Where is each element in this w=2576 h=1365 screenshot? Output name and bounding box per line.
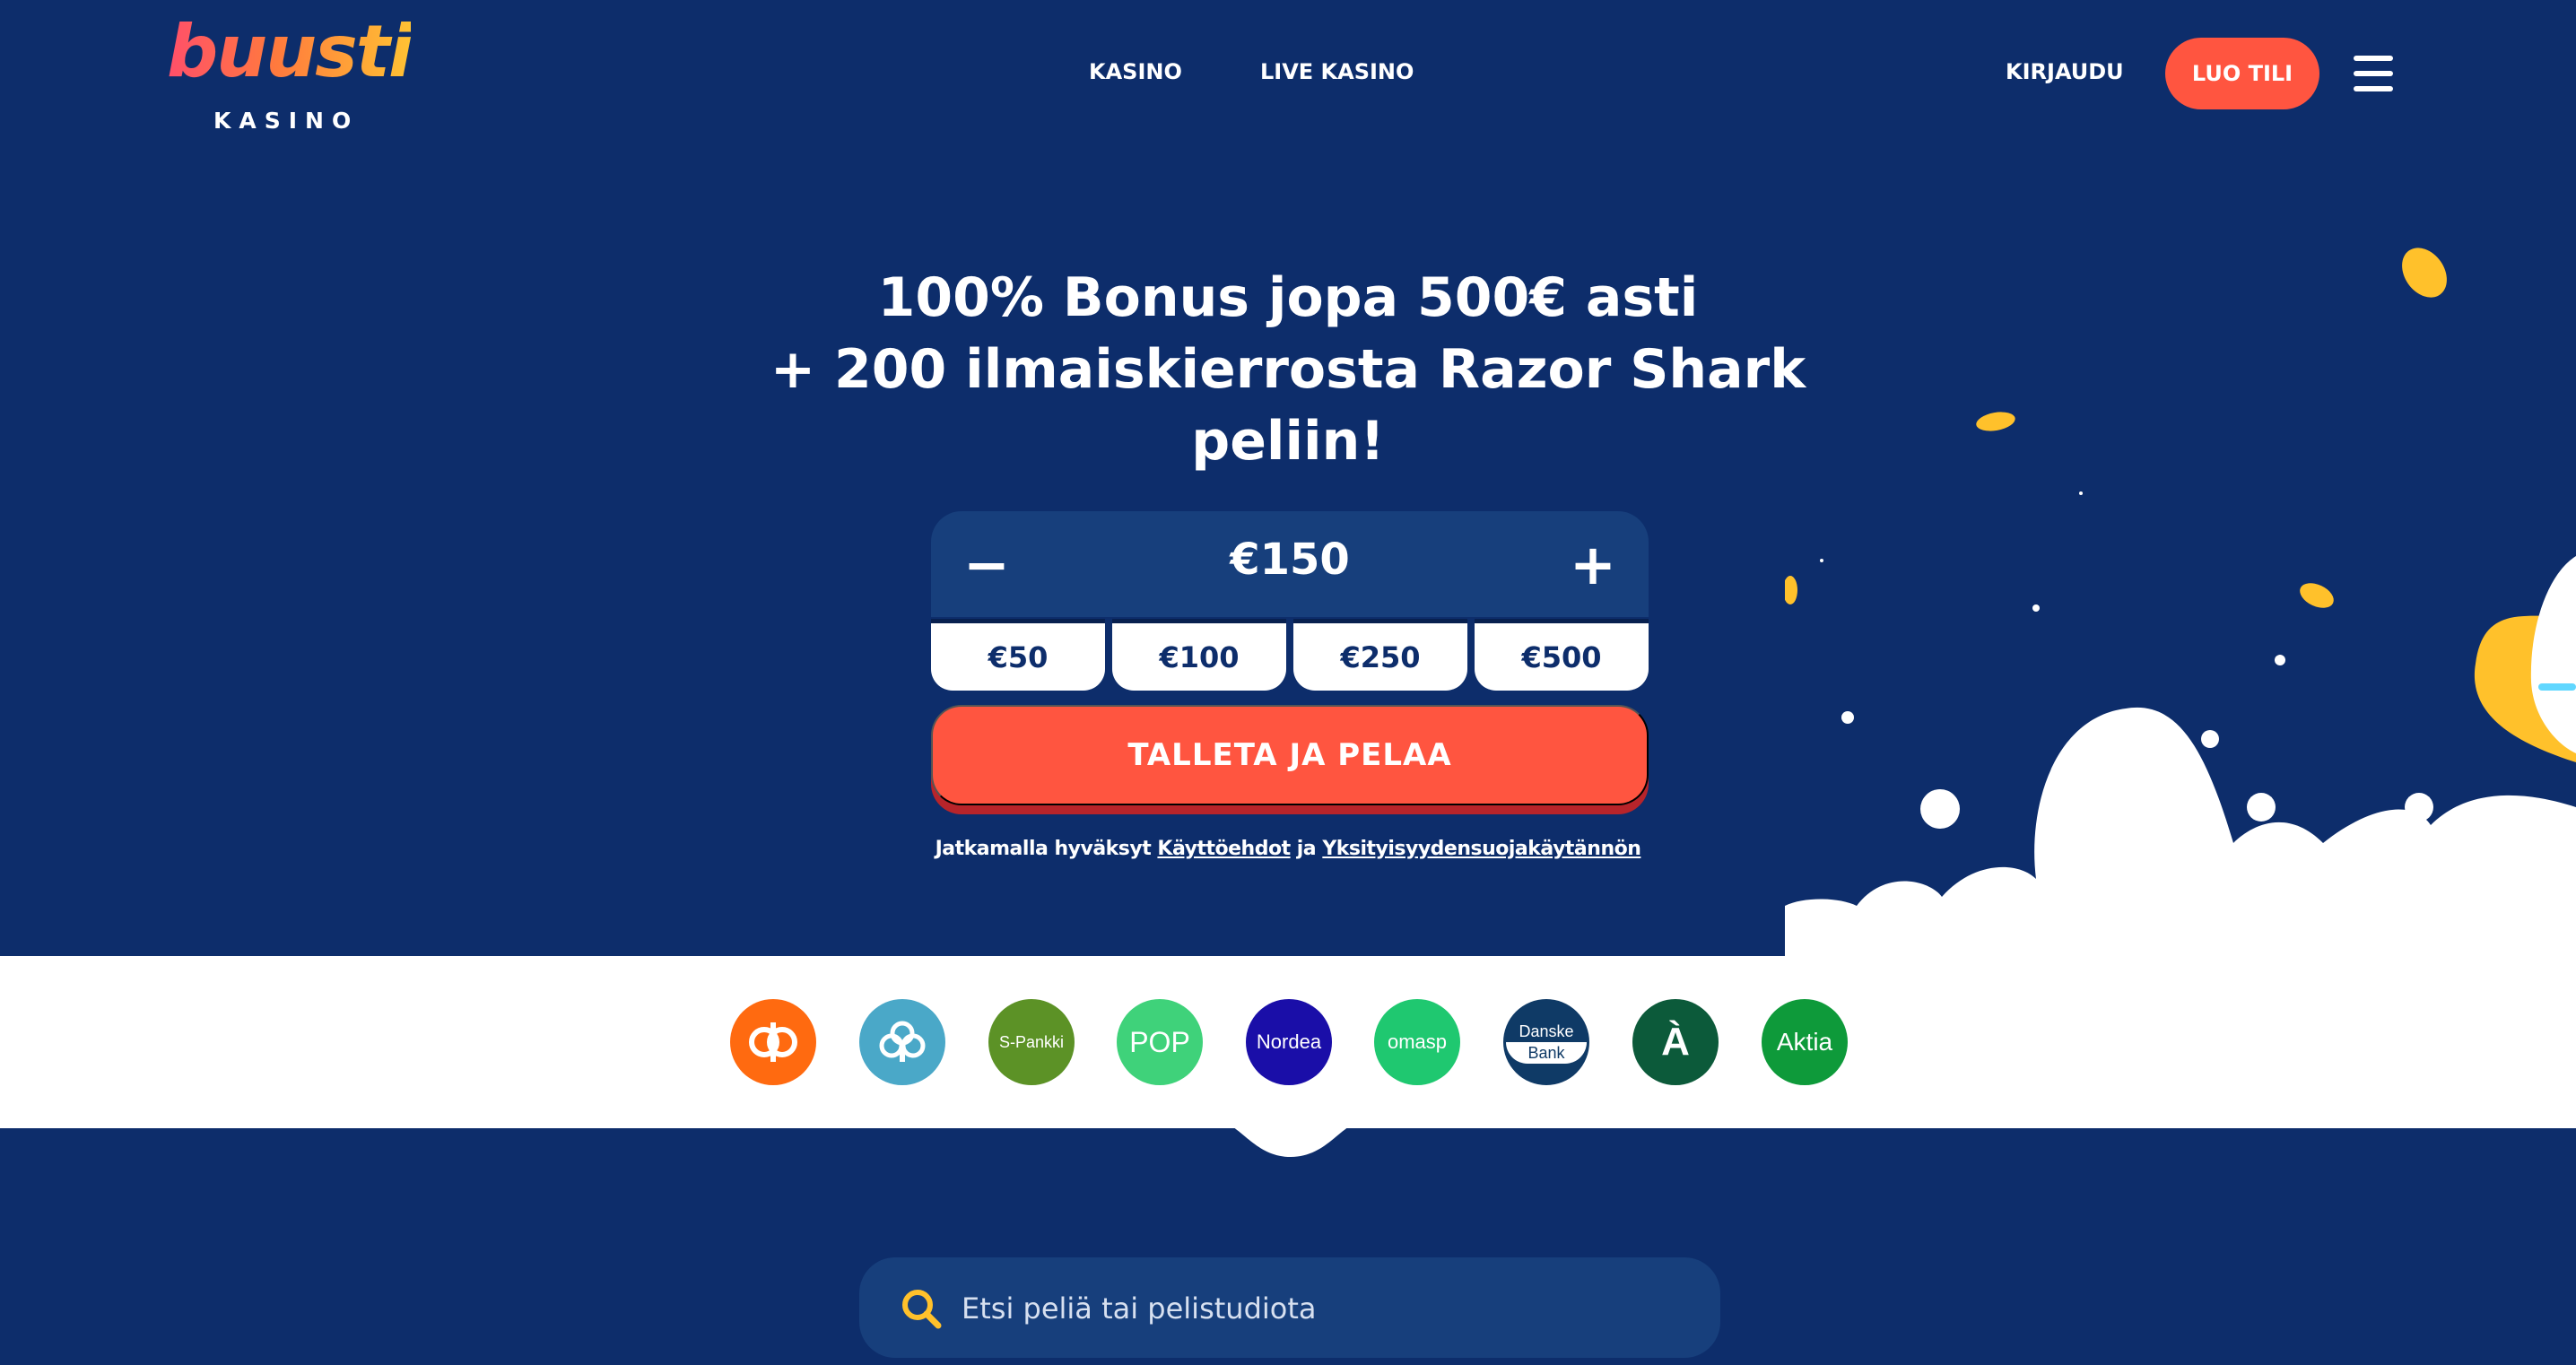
logo[interactable]: buusti KASINO — [167, 14, 413, 135]
terms-link[interactable]: Käyttöehdot — [1157, 838, 1291, 860]
coin-icon — [1785, 576, 1797, 604]
bank-aktia-icon: Aktia — [1762, 999, 1848, 1085]
bank-alandsbanken-icon: À — [1632, 999, 1719, 1085]
section-notch — [1216, 1121, 1365, 1157]
terms-notice: Jatkamalla hyväksyt Käyttöehdot ja Yksit… — [750, 838, 1826, 860]
bank-danske-icon: Danske Bank — [1503, 999, 1589, 1085]
nav-kasino[interactable]: KASINO — [1089, 59, 1182, 84]
bank-saastopankki-icon — [859, 999, 945, 1085]
terms-prefix: Jatkamalla hyväksyt — [935, 838, 1158, 860]
bank-op-icon — [730, 999, 816, 1085]
header: buusti KASINO KASINO LIVE KASINO KIRJAUD… — [0, 0, 2576, 148]
coin-icon — [2402, 248, 2447, 298]
bank-nordea-icon: Nordea — [1246, 999, 1332, 1085]
privacy-link[interactable]: Yksityisyydensuojakäytännön — [1322, 838, 1641, 860]
preset-amounts: €50 €100 €250 €500 — [931, 619, 1649, 691]
deposit-and-play-button[interactable]: TALLETA JA PELAA — [931, 705, 1649, 805]
bank-omasp-icon: omasp — [1374, 999, 1460, 1085]
search-input[interactable] — [960, 1284, 1681, 1333]
page: buusti KASINO KASINO LIVE KASINO KIRJAUD… — [0, 0, 2576, 1365]
preset-amount-50[interactable]: €50 — [931, 619, 1105, 691]
bank-danske-label2: Bank — [1506, 1042, 1587, 1064]
coin-icon — [2300, 583, 2334, 608]
deposit-amount-selector: − €150 + — [931, 511, 1649, 617]
preset-amount-250[interactable]: €250 — [1293, 619, 1467, 691]
bank-pop-icon: POP — [1117, 999, 1203, 1085]
nav-live-kasino[interactable]: LIVE KASINO — [1260, 59, 1414, 84]
search-icon[interactable] — [901, 1288, 942, 1329]
bank-s-pankki-icon: S-Pankki — [988, 999, 1075, 1085]
hero-illustration — [1785, 248, 2576, 960]
bank-danske-label: Danske — [1519, 1022, 1574, 1040]
decrease-amount-button[interactable]: − — [951, 529, 1023, 601]
register-button[interactable]: LUO TILI — [2165, 38, 2319, 109]
hamburger-menu-icon[interactable] — [2354, 56, 2393, 91]
deposit-amount-value: €150 — [1230, 535, 1350, 585]
login-link[interactable]: KIRJAUDU — [2006, 59, 2124, 84]
terms-mid: ja — [1290, 838, 1323, 860]
coin-icon — [1976, 412, 2015, 431]
hero-title-line-1: 100% Bonus jopa 500€ asti — [877, 266, 1699, 329]
preset-amount-100[interactable]: €100 — [1112, 619, 1286, 691]
hero-title-line-3: peliin! — [1191, 410, 1385, 473]
preset-amount-500[interactable]: €500 — [1475, 619, 1649, 691]
hero-title-line-2: + 200 ilmaiskierrosta Razor Shark — [770, 338, 1806, 401]
increase-amount-button[interactable]: + — [1557, 529, 1629, 601]
logo-sub: KASINO — [213, 108, 360, 134]
game-search — [859, 1257, 1720, 1358]
logo-word: buusti — [167, 10, 413, 93]
hero-title: 100% Bonus jopa 500€ asti + 200 ilmaiski… — [750, 262, 1826, 477]
